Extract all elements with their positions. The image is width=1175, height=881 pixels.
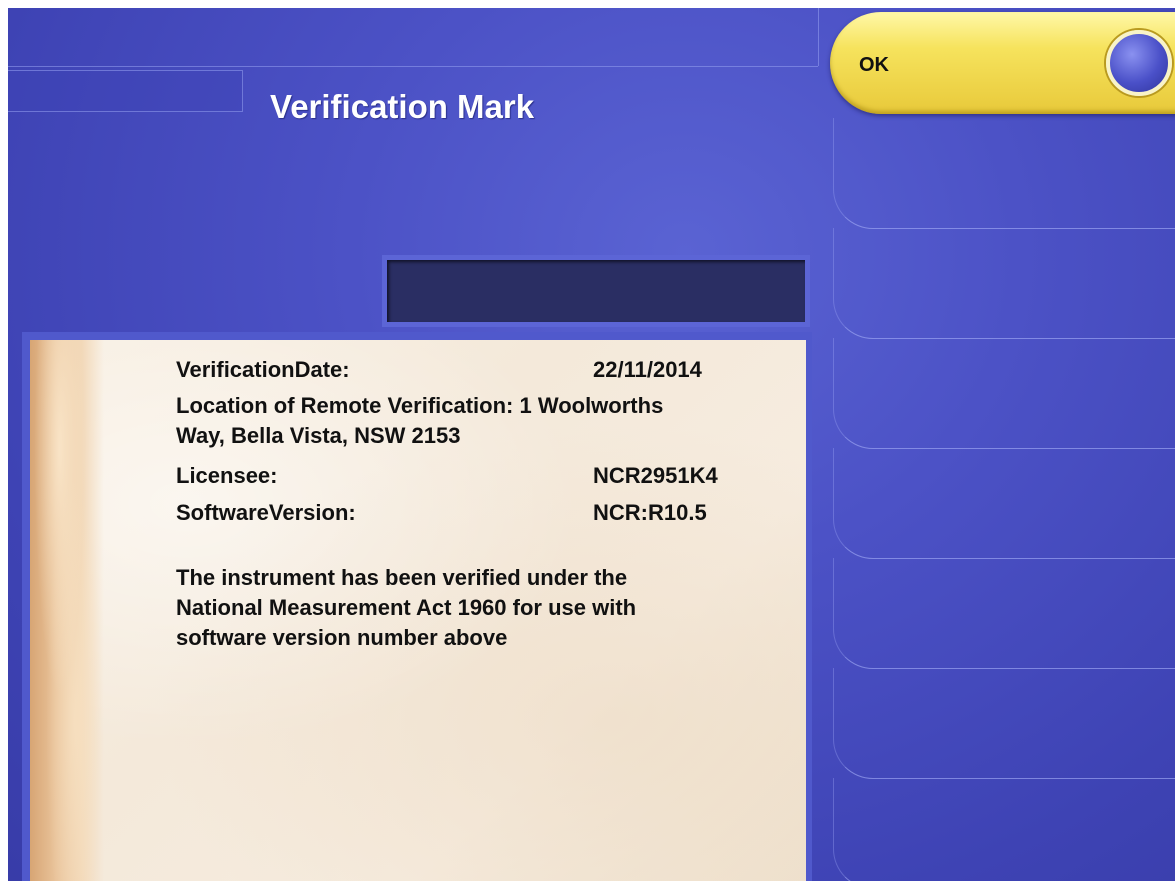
page-title: Verification Mark bbox=[270, 88, 535, 125]
side-slot bbox=[833, 228, 1175, 339]
header-divider bbox=[818, 8, 819, 66]
title-tab bbox=[8, 70, 243, 112]
verification-date-label: VerificationDate: bbox=[176, 357, 350, 382]
location-line-2: Way, Bella Vista, NSW 2153 bbox=[176, 423, 461, 448]
software-version-value: NCR:R10.5 bbox=[593, 500, 707, 525]
side-slot bbox=[833, 778, 1175, 881]
top-strip bbox=[8, 8, 818, 67]
verification-statement: The instrument has been verified under t… bbox=[176, 563, 776, 653]
ok-button-label: OK bbox=[859, 54, 889, 76]
licensee-value: NCR2951K4 bbox=[593, 463, 718, 488]
verification-panel: VerificationDate: 22/11/2014 Location of… bbox=[22, 332, 812, 881]
parchment-edge bbox=[30, 340, 104, 881]
side-slot bbox=[833, 338, 1175, 449]
panel-header-box bbox=[382, 255, 810, 327]
software-version-label: SoftwareVersion: bbox=[176, 500, 356, 525]
parchment-background: VerificationDate: 22/11/2014 Location of… bbox=[30, 340, 806, 881]
verification-date-value: 22/11/2014 bbox=[593, 357, 702, 382]
side-slot bbox=[833, 558, 1175, 669]
verification-screen: Verification Mark OK VerificationDate: 2… bbox=[8, 8, 1175, 881]
side-slot bbox=[833, 118, 1175, 229]
side-slot bbox=[833, 668, 1175, 779]
button-knob-icon bbox=[1106, 30, 1172, 96]
statement-line-3: software version number above bbox=[176, 625, 508, 650]
side-slot bbox=[833, 448, 1175, 559]
ok-button[interactable]: OK bbox=[830, 12, 1175, 114]
location-line-1: Location of Remote Verification: 1 Woolw… bbox=[176, 393, 664, 418]
statement-line-1: The instrument has been verified under t… bbox=[176, 565, 628, 590]
statement-line-2: National Measurement Act 1960 for use wi… bbox=[176, 595, 637, 620]
licensee-label: Licensee: bbox=[176, 463, 278, 488]
location-text: Location of Remote Verification: 1 Woolw… bbox=[176, 391, 776, 451]
